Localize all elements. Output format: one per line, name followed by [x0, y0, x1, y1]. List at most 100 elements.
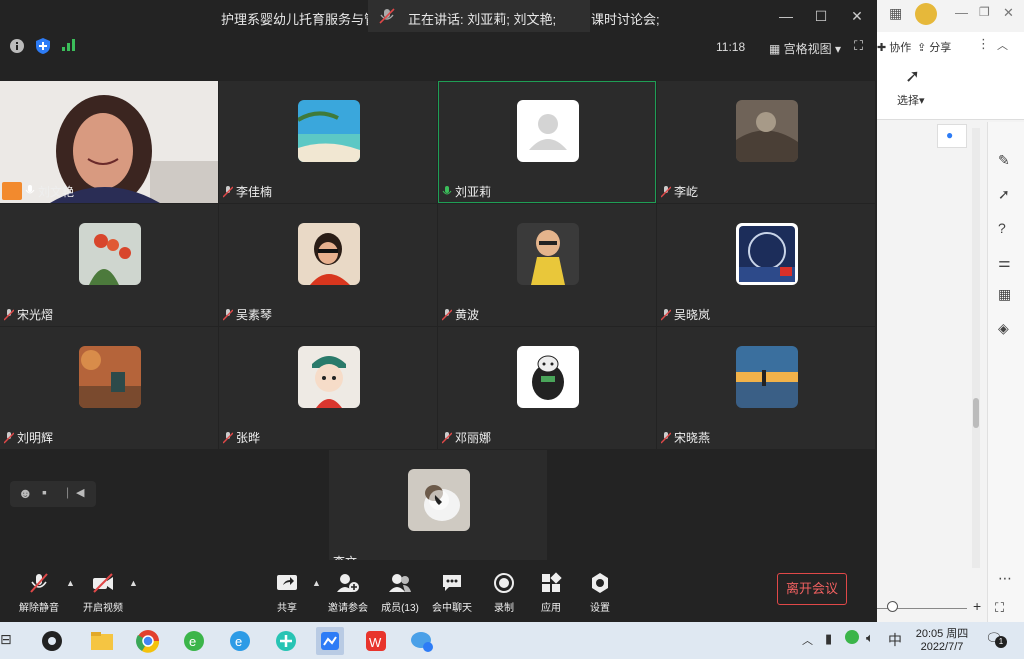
apps-icon [542, 572, 562, 592]
video-tile-li-jianan[interactable]: 李佳楠 [219, 81, 437, 203]
chevron-up-icon[interactable]: ▲ [129, 578, 138, 588]
desktop: 护理系婴幼儿托育服务与管 正在讲话: 刘亚莉; 刘文艳; 课时讨论会; — ☐ … [0, 0, 1024, 659]
tray-chevron-icon[interactable]: ︿ [802, 632, 813, 648]
zoom-in-icon[interactable]: + [973, 598, 981, 614]
video-tile-huang-bo[interactable]: 黄波 [438, 204, 656, 326]
chevron-up-icon[interactable]: ▲ [66, 578, 75, 588]
ie-blue-icon[interactable]: e [226, 627, 254, 655]
share-button[interactable]: 共享 [272, 572, 302, 614]
system-clock[interactable]: 20:05 周四 2022/7/7 [913, 625, 971, 653]
ie-green-icon[interactable]: e [180, 627, 208, 655]
tray-status-icon[interactable] [845, 630, 859, 644]
video-tile-liu-minghui[interactable]: 刘明辉 [0, 327, 218, 449]
members-button[interactable]: 成员(13) [379, 572, 421, 614]
share-button-right[interactable]: ⇪ 分享 [917, 39, 951, 55]
emoji-icon[interactable]: ☻ [18, 485, 33, 501]
taskbar: ⊟ e e W ︿ ▮ 🔈︎ 中 20:05 周四 2022/7/7 🗨︎ 1 [0, 622, 1024, 659]
mic-icon[interactable]: ▮ [825, 631, 832, 647]
video-tile-wu-suqin[interactable]: 吴素琴 [219, 204, 437, 326]
muted-mic-icon [379, 8, 395, 24]
zoom-bar: + [877, 596, 987, 622]
avatar [79, 223, 141, 285]
notification-count: 1 [995, 636, 1007, 648]
chat-button[interactable]: 会中聊天 [431, 572, 473, 614]
fullscreen-icon[interactable]: ⛶ [854, 38, 863, 54]
ime-indicator[interactable]: 中 [888, 630, 902, 650]
video-tile-liu-wenyan[interactable]: 刘文艳 [0, 81, 218, 203]
invite-button[interactable]: 邀请参会 [327, 572, 369, 614]
zoom-slider-thumb[interactable] [887, 601, 898, 612]
tile-nameplate: 刘亚莉 [442, 183, 491, 200]
fit-screen-icon[interactable]: ⛶ [995, 600, 1004, 616]
maximize-button[interactable]: ☐ [811, 6, 831, 26]
shape-icon[interactable]: ◈ [998, 320, 1009, 337]
avatar [736, 223, 798, 285]
members-label: 成员(13) [381, 603, 419, 614]
apps-button[interactable]: 应用 [536, 572, 566, 614]
restore-icon[interactable]: ❐ [979, 5, 990, 19]
more-icon[interactable]: ⋯ [998, 570, 1012, 587]
shield-icon[interactable] [36, 38, 50, 54]
video-tile-wu-xiaolan[interactable]: 吴晓岚 [657, 204, 875, 326]
folder-icon[interactable] [88, 627, 116, 655]
avatar [736, 346, 798, 408]
signal-icon[interactable] [62, 39, 76, 51]
close-button[interactable]: ✕ [847, 6, 867, 26]
pen-icon[interactable]: ✎ [998, 152, 1010, 169]
video-tile-zhang-ye[interactable]: 张晔 [219, 327, 437, 449]
grid-icon[interactable]: ▦ [889, 5, 902, 22]
select-button[interactable]: 选择▾ [897, 92, 925, 108]
video-tile-song-xiaoyan[interactable]: 宋晓燕 [657, 327, 875, 449]
video-tile-li-wen[interactable]: 李文 [329, 450, 547, 560]
collab-button[interactable]: ✚ 协作 [877, 39, 911, 55]
wps-icon[interactable]: W [362, 627, 390, 655]
select-label: 选择 [897, 95, 919, 107]
table-icon[interactable]: ▦ [998, 286, 1011, 303]
more-icon[interactable]: ⋮ [977, 36, 990, 52]
muted-mic-icon [223, 185, 233, 198]
grid-icon: ▦ [769, 42, 784, 56]
chevron-up-icon[interactable]: ︿ [997, 37, 1008, 53]
tile-nameplate: 宋晓燕 [661, 429, 710, 446]
chrome-icon[interactable] [134, 627, 162, 655]
taskbar-edge-icon[interactable]: ⊟ [0, 631, 12, 648]
meeting-app-icon[interactable] [316, 627, 344, 655]
app-icon-flower[interactable] [38, 627, 66, 655]
participant-name: 宋光熠 [17, 308, 54, 322]
minimize-button[interactable]: — [776, 6, 796, 26]
avatar[interactable] [915, 3, 937, 25]
leave-meeting-button[interactable]: 离开会议 [777, 573, 847, 605]
notification-button[interactable]: 🗨︎ 1 [985, 630, 1007, 648]
scrollbar[interactable] [972, 128, 980, 568]
video-tile-liu-yali[interactable]: 刘亚莉 [438, 81, 656, 203]
settings-button[interactable]: 设置 [585, 572, 615, 614]
chevron-up-icon[interactable]: ▲ [312, 578, 321, 588]
chat-app-icon[interactable] [408, 627, 436, 655]
sliders-icon[interactable]: ⚌ [998, 254, 1011, 271]
avatar [298, 346, 360, 408]
close-icon[interactable]: ✕ [1003, 5, 1014, 21]
participant-name: 张晔 [236, 431, 261, 445]
info-icon[interactable] [10, 39, 24, 53]
scrollbar-thumb[interactable] [973, 398, 979, 428]
help-icon[interactable]: ? [998, 220, 1006, 236]
pointer-icon[interactable]: ➚ [998, 186, 1010, 203]
minimize-icon[interactable]: — [955, 5, 968, 20]
volume-icon[interactable]: 🔈︎ [866, 630, 874, 646]
app-icon-teal[interactable] [272, 627, 300, 655]
mute-button[interactable]: 解除静音 [14, 572, 64, 614]
share-icon: ⇪ [917, 42, 930, 54]
collapse-arrow-icon[interactable]: ◀ [76, 486, 84, 499]
video-tile-li-yi[interactable]: 李屹 [657, 81, 875, 203]
video-tile-song-guangyi[interactable]: 宋光熠 [0, 204, 218, 326]
chat-bubble-icon[interactable]: ▪ [42, 484, 47, 500]
avatar [408, 469, 470, 531]
record-button[interactable]: 录制 [489, 572, 519, 614]
muted-mic-icon [442, 308, 452, 321]
tool-sidebar: ✎ ➚ ? ⚌ ▦ ◈ ⋯ [987, 122, 1024, 622]
participant-name: 宋晓燕 [674, 431, 711, 445]
view-mode-dropdown[interactable]: ▦ 宫格视图 ▾ [769, 40, 841, 57]
location-pin[interactable]: ● [937, 124, 967, 148]
video-tile-deng-lina[interactable]: 邓丽娜 [438, 327, 656, 449]
video-button[interactable]: 开启视频 [78, 572, 128, 614]
